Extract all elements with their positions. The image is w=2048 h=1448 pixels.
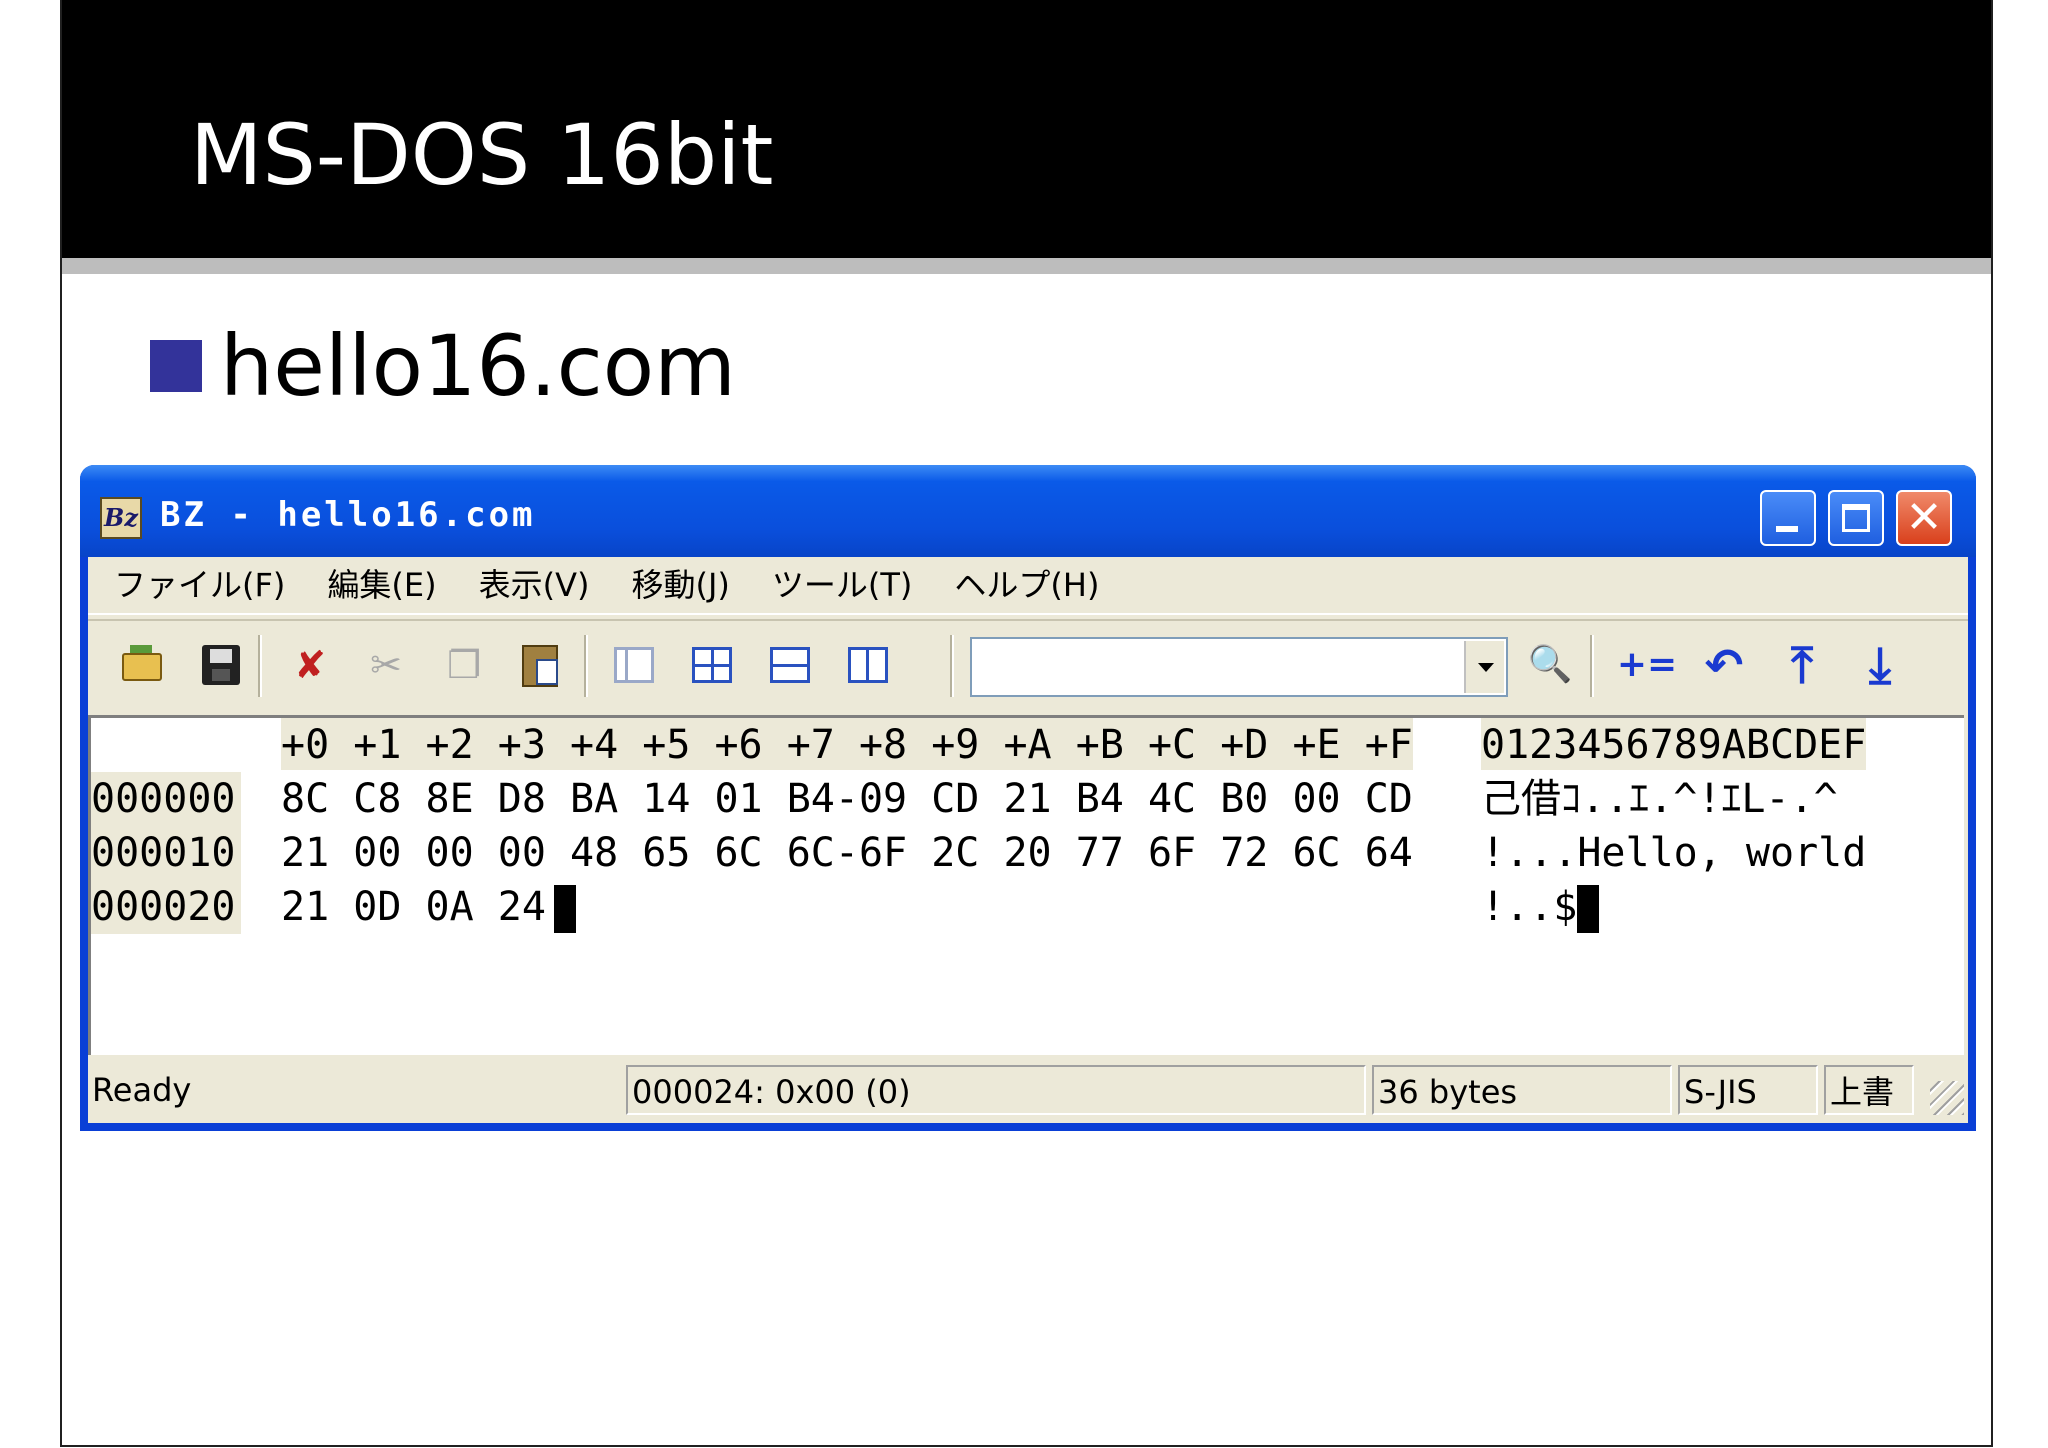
status-bar: Ready 000024: 0x00 (0) 36 bytes S-JIS 上書 [88,1059,1968,1119]
split-vertical-icon[interactable] [686,639,738,691]
slide-title: MS-DOS 16bit [190,106,774,204]
status-size: 36 bytes [1372,1065,1672,1115]
bullet-square-icon [150,340,202,392]
row-ascii[interactable]: !..$ [1481,880,1600,934]
row-address: 000010 [91,826,241,880]
minimize-icon [1776,526,1798,532]
split-horizontal-icon[interactable] [764,639,816,691]
hex-cursor [553,885,576,933]
menu-file[interactable]: ファイル(F) [114,565,285,605]
menu-bar: ファイル(F) 編集(E) 表示(V) 移動(J) ツール(T) ヘルプ(H) [88,557,1968,615]
close-button[interactable]: ✕ [1896,490,1952,546]
row-ascii-text: !..$ [1481,884,1578,930]
paste-icon[interactable] [514,639,566,691]
status-position: 000024: 0x00 (0) [626,1065,1366,1115]
status-encoding[interactable]: S-JIS [1678,1065,1818,1115]
menu-move[interactable]: 移動(J) [631,565,729,605]
search-combo[interactable] [970,637,1508,697]
toolbar: ✘ ✂ ❐ 🔍 += ↶ ⤒ ⤓ [88,619,1968,711]
row-ascii[interactable]: 己借ｺ..ｴ.^!ｴL-.^ [1481,772,1838,826]
compare-view-icon[interactable] [842,639,894,691]
bullet-item: hello16.com [150,316,736,416]
find-icon[interactable]: 🔍 [1524,639,1576,691]
jump-top-icon[interactable]: ⤒ [1776,639,1828,691]
copy-icon[interactable]: ❐ [438,639,490,691]
minimize-button[interactable] [1760,490,1816,546]
open-icon[interactable] [116,639,168,691]
hex-column-header: +0 +1 +2 +3 +4 +5 +6 +7 +8 +9 +A +B +C +… [281,718,1413,770]
row-address: 000000 [91,772,241,826]
toolbar-separator [1590,635,1594,697]
bz-window: Bz BZ - hello16.com ✕ ファイル(F) 編集(E) 表示(V… [80,465,1976,1131]
close-icon: ✕ [1905,492,1943,543]
status-mode[interactable]: 上書 [1824,1065,1914,1115]
row-hex-bytes[interactable]: 8C C8 8E D8 BA 14 01 B4-09 CD 21 B4 4C B… [281,772,1413,826]
slide-header-divider [62,258,1991,274]
row-ascii[interactable]: !...Hello, world [1481,826,1866,880]
window-title: BZ - hello16.com [160,495,536,535]
single-view-icon[interactable] [608,639,660,691]
calculate-icon[interactable]: += [1614,639,1680,691]
row-address: 000020 [91,880,241,934]
jump-bottom-icon[interactable]: ⤓ [1854,639,1906,691]
ascii-cursor [1577,885,1600,933]
menu-tools[interactable]: ツール(T) [772,565,913,605]
save-icon[interactable] [194,639,246,691]
chevron-down-icon [1478,663,1494,672]
delete-icon[interactable]: ✘ [284,639,336,691]
status-ready: Ready [92,1071,192,1109]
app-icon[interactable]: Bz [100,497,142,539]
maximize-button[interactable] [1828,490,1884,546]
slide-header: MS-DOS 16bit [62,0,1991,258]
row-hex-bytes[interactable]: 21 0D 0A 24 [281,880,576,934]
hex-editor-panel[interactable]: +0 +1 +2 +3 +4 +5 +6 +7 +8 +9 +A +B +C +… [88,715,1964,1055]
undo-icon[interactable]: ↶ [1698,639,1750,691]
menu-help[interactable]: ヘルプ(H) [954,565,1099,605]
ascii-column-header: 0123456789ABCDEF [1481,718,1867,770]
combo-dropdown-button[interactable] [1464,641,1504,693]
title-bar[interactable]: Bz BZ - hello16.com ✕ [80,465,1976,557]
row-hex-bytes[interactable]: 21 00 00 00 48 65 6C 6C-6F 2C 20 77 6F 7… [281,826,1413,880]
menu-view[interactable]: 表示(V) [479,565,590,605]
toolbar-separator [584,635,588,697]
bullet-text: hello16.com [220,317,736,415]
resize-grip[interactable] [1930,1081,1964,1115]
menu-edit[interactable]: 編集(E) [327,565,436,605]
toolbar-separator [258,635,262,697]
toolbar-separator [950,635,954,697]
window-client: ファイル(F) 編集(E) 表示(V) 移動(J) ツール(T) ヘルプ(H) … [88,557,1968,1123]
maximize-icon [1842,504,1870,532]
row-hex-bytes-text: 21 0D 0A 24 [281,884,546,930]
cut-icon[interactable]: ✂ [360,639,412,691]
